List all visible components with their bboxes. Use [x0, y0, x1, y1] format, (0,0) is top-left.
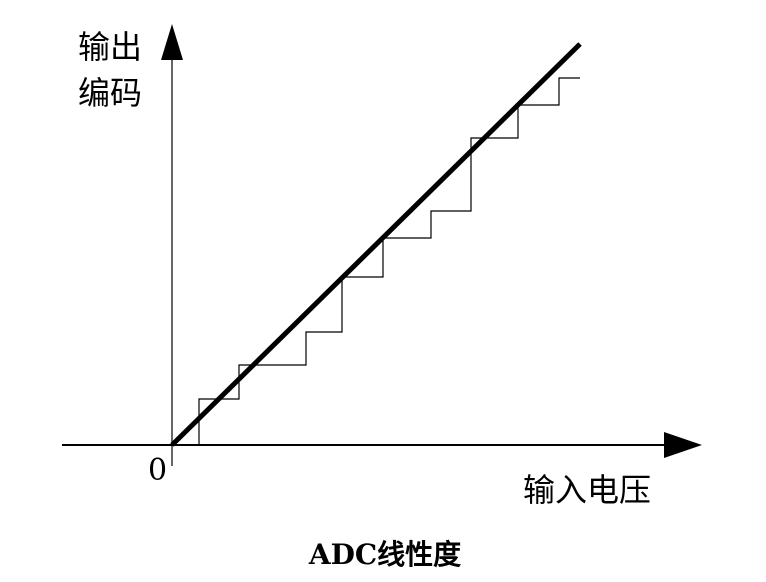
y-axis-arrowhead: [161, 24, 183, 60]
adc-staircase-line: [198, 77, 580, 445]
diagram-caption: ADC线性度: [308, 538, 461, 571]
x-axis-arrowhead: [664, 432, 702, 458]
x-axis-label: 输入电压: [523, 471, 651, 509]
adc-linearity-diagram: 输出 编码 0 输入电压 ADC线性度: [62, 24, 702, 571]
y-axis-label-line1: 输出: [78, 28, 142, 66]
y-axis-label-line2: 编码: [78, 74, 142, 112]
ideal-transfer-line: [170, 42, 582, 447]
origin-label: 0: [148, 453, 167, 488]
